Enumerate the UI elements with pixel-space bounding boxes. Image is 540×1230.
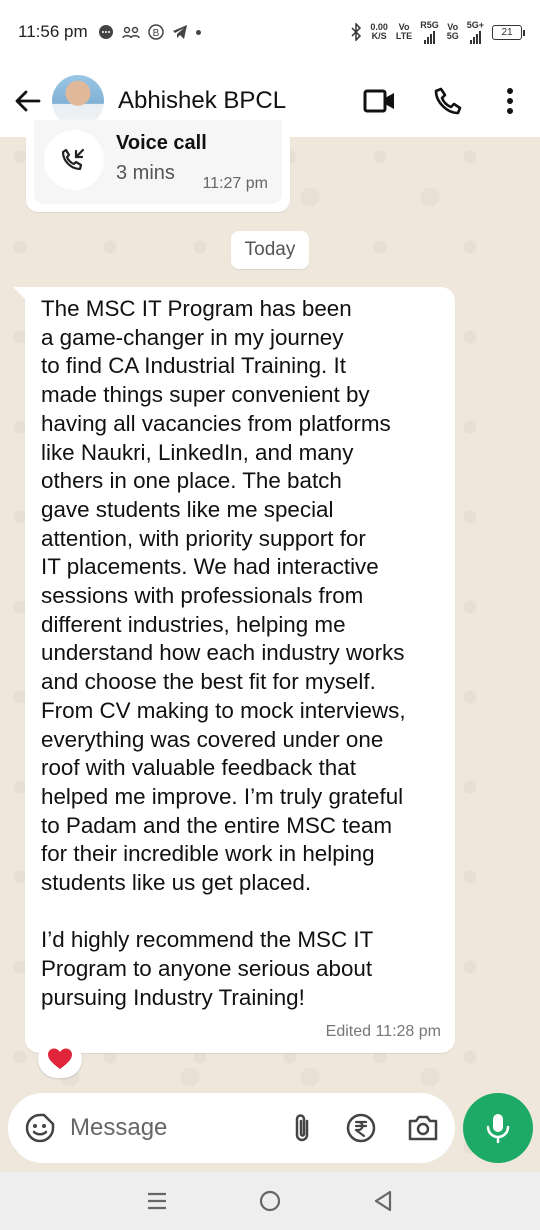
- microphone-icon: [486, 1114, 510, 1144]
- more-notifications-dot-icon: [195, 29, 201, 35]
- attach-icon[interactable]: [288, 1111, 315, 1145]
- svg-text:B: B: [152, 28, 159, 39]
- message-timestamp: Edited 11:28 pm: [325, 1023, 441, 1040]
- back-nav-icon[interactable]: [363, 1181, 403, 1221]
- recent-apps-icon[interactable]: [137, 1181, 177, 1221]
- contact-name[interactable]: Abhishek BPCL: [118, 87, 330, 115]
- message-bubble[interactable]: The MSC IT Program has been a game-chang…: [13, 287, 455, 1053]
- home-icon[interactable]: [250, 1181, 290, 1221]
- more-vertical-icon[interactable]: [492, 83, 528, 119]
- sim2-5g-label: 5G: [446, 31, 459, 41]
- camera-icon[interactable]: [407, 1111, 439, 1145]
- sim1-volte: Vo LTE: [396, 23, 412, 41]
- system-nav-bar: [0, 1172, 540, 1230]
- net-speed: 0.00 K/S: [370, 23, 388, 41]
- message-input[interactable]: [70, 1114, 260, 1142]
- telegram-notification-icon: [172, 25, 187, 39]
- voice-record-button[interactable]: [463, 1093, 533, 1163]
- heart-icon: [48, 1048, 72, 1069]
- contact-avatar[interactable]: [52, 74, 104, 127]
- net-speed-unit: K/S: [371, 31, 387, 41]
- status-indicators: 0.00 K/S Vo LTE R5G Vo 5G 5G+ 21: [350, 19, 525, 44]
- group-notification-icon: [121, 26, 140, 39]
- phone-icon[interactable]: [430, 83, 466, 119]
- sim2-signal-icon: [469, 30, 481, 44]
- notification-icons: B: [98, 24, 201, 40]
- heart-reaction[interactable]: [38, 1040, 82, 1078]
- sim1-signal-icon: [423, 30, 435, 44]
- sim1-network-label: R5G: [420, 19, 439, 30]
- sim2-network-label: 5G+: [466, 19, 484, 30]
- sim1-lte-label: LTE: [395, 31, 413, 41]
- incoming-call-icon: [44, 130, 104, 190]
- b-notification-icon: B: [147, 24, 164, 40]
- sim1-network: R5G: [420, 19, 439, 44]
- sim2-volte: Vo 5G: [447, 23, 459, 41]
- back-arrow-icon[interactable]: [12, 85, 44, 117]
- status-time: 11:56 pm: [18, 22, 88, 41]
- battery-icon: 21: [492, 24, 525, 40]
- sticker-icon[interactable]: [24, 1111, 56, 1145]
- status-bar: 11:56 pm B 0.00 K/S Vo LTE R5G Vo 5G 5G+…: [0, 0, 540, 64]
- call-duration: 3 mins: [116, 162, 175, 184]
- call-title: Voice call: [116, 132, 207, 154]
- message-text: The MSC IT Program has been a game-chang…: [41, 296, 406, 1010]
- date-separator: Today: [231, 231, 309, 269]
- call-log-inner: Voice call 3 mins 11:27 pm: [34, 120, 282, 204]
- chat-notification-icon: [98, 25, 113, 39]
- rupee-payment-icon[interactable]: [345, 1111, 377, 1145]
- bluetooth-icon: [351, 23, 362, 41]
- sim2-network: 5G+: [466, 19, 484, 44]
- video-call-icon[interactable]: [362, 83, 398, 119]
- call-time: 11:27 pm: [202, 175, 268, 192]
- message-composer: [8, 1093, 455, 1163]
- call-log-message[interactable]: Voice call 3 mins 11:27 pm: [26, 120, 290, 212]
